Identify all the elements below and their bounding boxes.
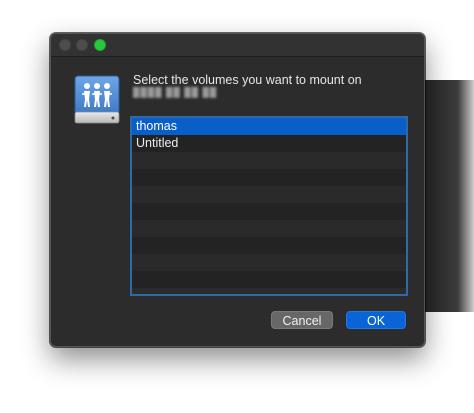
empty-row [132, 254, 406, 271]
empty-row [132, 271, 406, 288]
mount-volumes-dialog: Select the volumes you want to mount on … [50, 33, 425, 347]
shared-network-drive-icon [74, 75, 120, 124]
volume-row-thomas[interactable]: thomas [132, 118, 406, 135]
volume-list[interactable]: thomas Untitled [130, 116, 408, 296]
background-window-edge [420, 80, 474, 312]
empty-row [132, 237, 406, 254]
title-bar [51, 34, 424, 57]
zoom-window-button[interactable] [94, 39, 106, 51]
minimize-window-button[interactable] [76, 39, 88, 51]
empty-row [132, 220, 406, 237]
ok-button[interactable]: OK [346, 311, 406, 329]
empty-row [132, 169, 406, 186]
close-window-button[interactable] [59, 39, 71, 51]
empty-row [132, 203, 406, 220]
empty-row [132, 152, 406, 169]
volume-row-untitled[interactable]: Untitled [132, 135, 406, 152]
cancel-button[interactable]: Cancel [271, 311, 333, 329]
empty-row [132, 186, 406, 203]
server-name-redacted: ████ ██ ██ ██ [133, 87, 218, 97]
